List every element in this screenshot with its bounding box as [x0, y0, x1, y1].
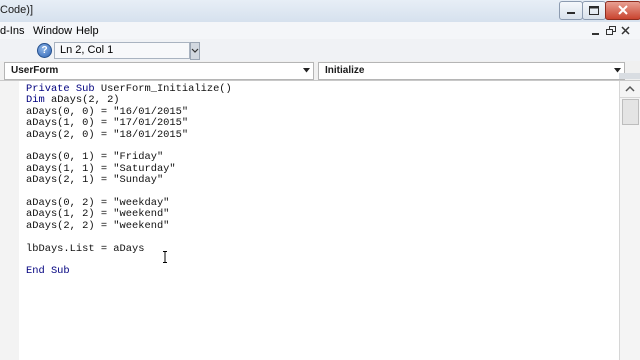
cursor-position-box: Ln 2, Col 1 — [54, 42, 190, 59]
code-line[interactable]: aDays(1, 1) = "Saturday" — [26, 162, 176, 175]
vertical-scrollbar[interactable] — [619, 81, 640, 360]
menu-item-window[interactable]: Window — [33, 25, 72, 37]
mdi-close-button[interactable] — [621, 26, 631, 39]
mdi-minimize-button[interactable] — [591, 26, 601, 39]
code-text: UserForm_Initialize() — [94, 83, 232, 95]
code-line[interactable]: aDays(0, 0) = "16/01/2015" — [26, 105, 189, 118]
code-text: aDays(1, 0) = "17/01/2015" — [26, 117, 189, 130]
code-text: aDays(0, 2) = "weekday" — [26, 197, 170, 209]
code-keyword: End Sub — [26, 265, 70, 278]
maximize-icon — [589, 6, 599, 15]
code-line[interactable]: Private Sub UserForm_Initialize() — [26, 84, 232, 95]
code-line[interactable]: Dim aDays(2, 2) — [26, 95, 120, 106]
minimize-button[interactable] — [559, 1, 583, 20]
code-text: lbDays.List = aDays — [26, 242, 145, 255]
code-text: aDays(2, 2) = "weekend" — [26, 219, 170, 232]
object-combo-value: UserForm — [11, 65, 59, 76]
code-keyword: Private Sub — [26, 83, 95, 95]
scroll-up-button[interactable] — [620, 81, 640, 98]
code-line[interactable]: aDays(0, 2) = "weekday" — [26, 198, 169, 209]
object-combo[interactable]: UserForm — [4, 62, 314, 80]
dropdown-arrow-icon — [303, 68, 310, 73]
help-icon[interactable]: ? — [37, 43, 52, 58]
code-line[interactable]: aDays(2, 0) = "18/01/2015" — [26, 128, 189, 141]
code-text: aDays(1, 1) = "Saturday" — [26, 162, 176, 175]
code-line[interactable]: aDays(2, 1) = "Sunday" — [26, 175, 163, 186]
menu-item-add-ins[interactable]: d-Ins — [0, 25, 24, 37]
maximize-button[interactable] — [582, 1, 606, 20]
code-line[interactable]: aDays(2, 2) = "weekend" — [26, 219, 170, 232]
procedure-combo-value: Initialize — [325, 65, 365, 76]
menu-item-help[interactable]: Help — [76, 25, 99, 37]
code-line[interactable]: lbDays.List = aDays — [26, 242, 145, 255]
code-text: aDays(2, 0) = "18/01/2015" — [26, 128, 189, 141]
cursor-position-text: Ln 2, Col 1 — [60, 44, 114, 56]
code-line[interactable]: End Sub — [26, 266, 70, 277]
code-text: aDays(1, 2) = "weekend" — [26, 208, 170, 221]
code-line[interactable]: aDays(1, 0) = "17/01/2015" — [26, 118, 188, 129]
close-icon — [618, 5, 628, 15]
code-keyword: Dim — [26, 94, 45, 107]
close-icon — [621, 26, 630, 35]
scrollbar-thumb[interactable] — [622, 99, 639, 125]
window-title: Code)] — [0, 4, 34, 16]
chevron-down-icon — [191, 48, 199, 53]
window-titlebar: Code)] — [0, 0, 640, 23]
help-glyph: ? — [41, 45, 48, 56]
mdi-restore-button[interactable] — [606, 26, 616, 39]
code-text: aDays(2, 1) = "Sunday" — [26, 174, 164, 187]
close-button[interactable] — [605, 1, 640, 20]
code-line[interactable]: aDays(1, 2) = "weekend" — [26, 209, 169, 220]
ibeam-cursor-icon — [163, 251, 167, 263]
code-text: aDays(0, 1) = "Friday" — [26, 151, 164, 164]
code-text: aDays(2, 2) — [44, 94, 120, 107]
code-margin[interactable] — [0, 81, 20, 360]
minimize-icon — [567, 12, 575, 14]
procedure-combo[interactable]: Initialize — [318, 62, 625, 80]
split-handle[interactable] — [619, 73, 640, 79]
menu-bar: d-Ins Window Help — [0, 22, 640, 39]
chevron-up-icon — [625, 85, 635, 92]
code-text: aDays(0, 0) = "16/01/2015" — [26, 105, 189, 118]
minimize-icon — [592, 33, 599, 35]
toolbar-overflow-button[interactable] — [190, 42, 200, 60]
restore-icon — [606, 26, 616, 35]
code-line[interactable]: aDays(0, 1) = "Friday" — [26, 152, 163, 163]
